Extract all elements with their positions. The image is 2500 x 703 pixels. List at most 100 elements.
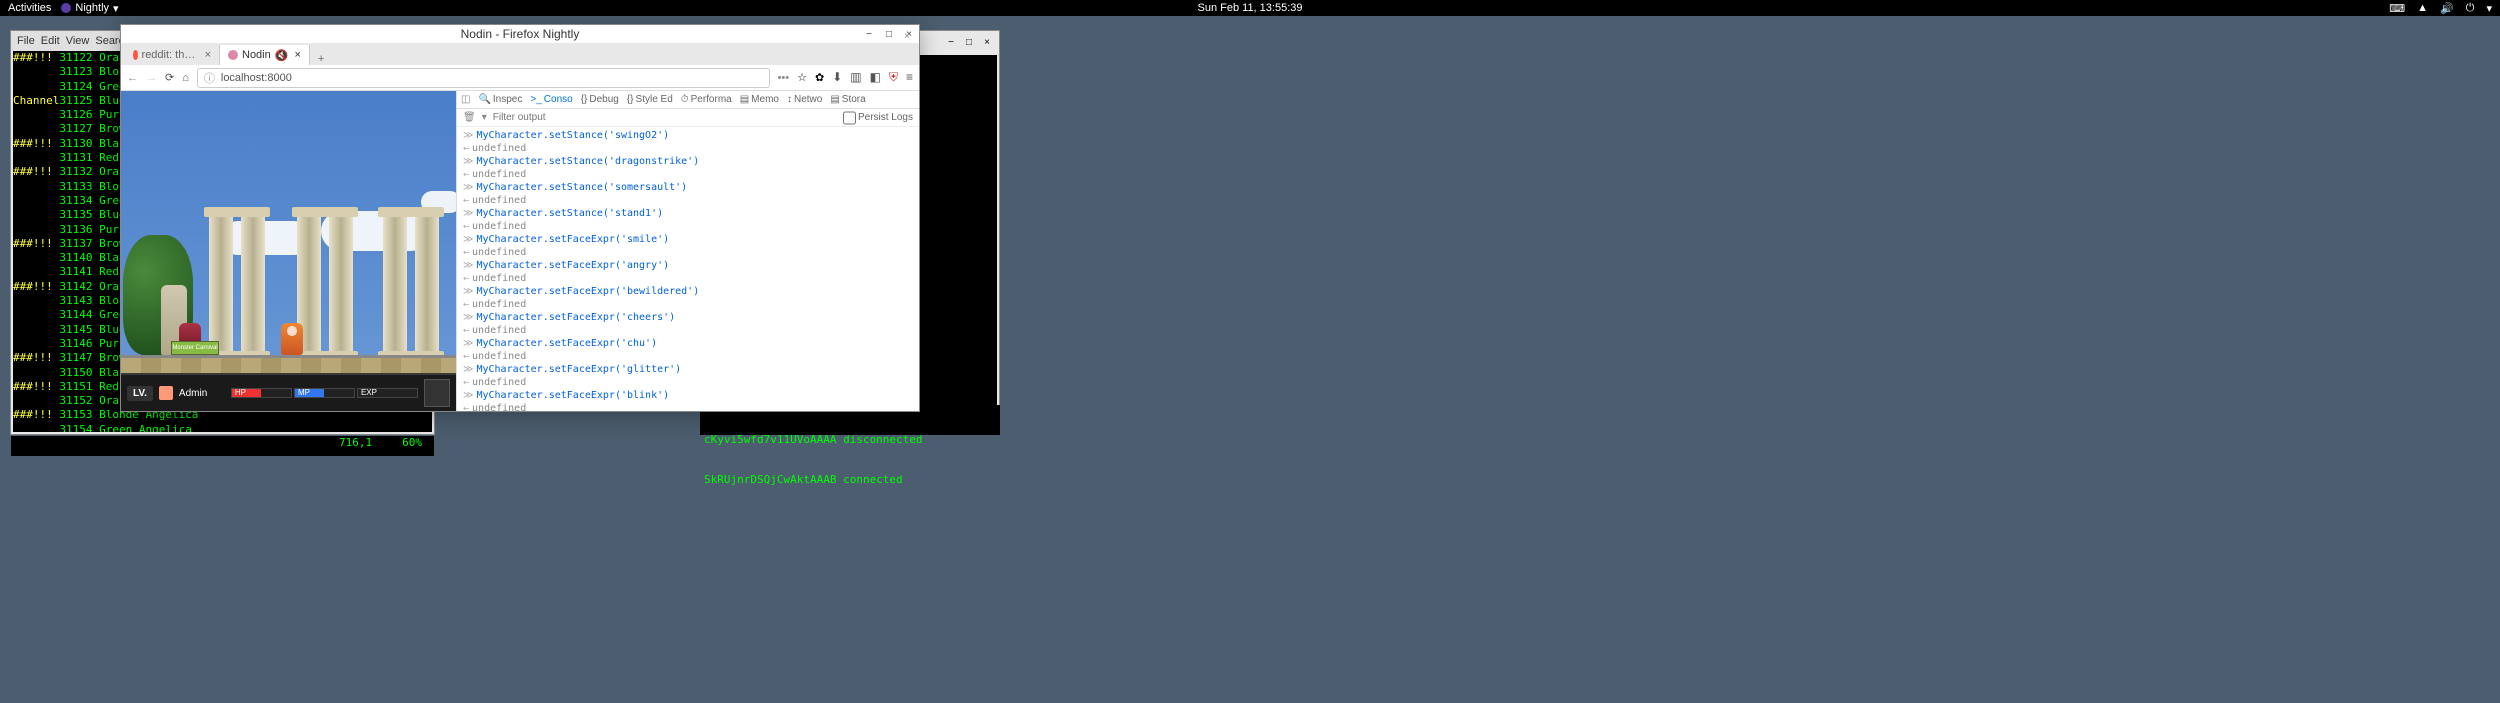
console-line: ←undefined [457,376,919,389]
game-viewport[interactable]: Monster Carnival Admin LV. Admin HP [750… [121,91,456,411]
chevron-down-icon[interactable]: ▾ [2486,2,2492,15]
ublock-icon[interactable]: ⛨ [889,70,898,85]
devtools-panel: ◫ 🔍Inspec>_Conso{}Debug{}Style Ed⏱Perfor… [456,91,919,411]
filter-icon[interactable]: ▾ [482,112,487,123]
console-line: ≫MyCharacter.setFaceExpr('glitter') [457,363,919,376]
gnome-topbar: Activities Nightly ▾ Sun Feb 11, 13:55:3… [0,0,2500,16]
network-icon[interactable]: ▲ [2417,2,2428,14]
menu-item[interactable]: View [66,35,90,47]
clock[interactable]: Sun Feb 11, 13:55:39 [1198,2,1303,14]
maximize-button[interactable]: □ [883,28,895,40]
tab-close-button[interactable]: × [294,49,300,61]
console-line: ←undefined [457,194,919,207]
minimize-button[interactable]: − [863,28,875,40]
menu-item[interactable]: File [17,35,35,47]
console-line: ←undefined [457,246,919,259]
devtools-tab-inspec[interactable]: 🔍Inspec [475,94,525,105]
page-actions-icon[interactable]: ••• [778,72,790,84]
pillar [329,215,353,355]
devtools-tab-netwo[interactable]: ↕Netwo [784,94,825,105]
mute-icon[interactable]: 🔇 [275,49,289,62]
devtools-tabs: ◫ 🔍Inspec>_Conso{}Debug{}Style Ed⏱Perfor… [457,91,919,109]
exp-bar: EXP [357,388,418,398]
mp-text: MP [7500/15000] [298,388,354,398]
devtools-tab-conso[interactable]: >_Conso [527,94,575,105]
devtools-tab-memo[interactable]: ▤Memo [737,94,782,105]
billboard-monster-carnival[interactable]: Monster Carnival [171,341,219,355]
download-icon[interactable]: ⬇ [832,70,842,85]
menu-button[interactable]: ≡ [906,70,913,85]
tab-icon: ▤ [830,94,839,105]
maximize-button[interactable]: □ [963,36,975,48]
favicon-icon [133,50,138,60]
tab-label: Debug [589,94,618,105]
url-text: localhost:8000 [221,72,292,84]
favicon-icon [228,50,238,60]
menu-item[interactable]: Edit [41,35,60,47]
console-line: ←undefined [457,220,919,233]
devtools-dock-button[interactable]: ◫ [461,94,470,105]
console-line: ≫MyCharacter.setStance('somersault') [457,181,919,194]
reload-button[interactable]: ⟳ [165,71,174,84]
star-button[interactable]: ☆ [797,71,807,84]
tab-label: Conso [544,94,573,105]
keyboard-icon[interactable]: ⌨ [2389,2,2405,15]
info-icon[interactable]: ⓘ [204,70,215,86]
quickslot[interactable] [424,379,450,407]
close-button[interactable]: × [981,36,993,48]
tab-label: Style Ed [636,94,673,105]
mp-bar: MP [7500/15000] [294,388,355,398]
devtools-tab-performa[interactable]: ⏱Performa [678,94,735,105]
forward-button[interactable]: → [146,72,157,84]
avatar-icon [159,386,173,400]
tab-close-button[interactable]: × [205,49,211,61]
browser-tab[interactable]: Nodin🔇× [220,45,310,65]
home-button[interactable]: ⌂ [182,72,189,84]
player-character[interactable]: Admin [281,323,303,355]
devtools-tab-debug[interactable]: {}Debug [578,94,622,105]
persist-label: Persist Logs [858,112,913,123]
pillar [383,215,407,355]
devtools-tab-style ed[interactable]: {}Style Ed [624,94,676,105]
console-line: ←undefined [457,272,919,285]
firefox-navbar: ← → ⟳ ⌂ ⓘ localhost:8000 ••• ☆ ✿ ⬇ ▥ ◧ ⛨… [121,65,919,91]
console-line: ≫MyCharacter.setFaceExpr('smile') [457,233,919,246]
game-hud: LV. Admin HP [7500/15000] MP [7500/15000… [121,373,456,411]
back-button[interactable]: ← [127,72,138,84]
console-line: ≫MyCharacter.setFaceExpr('cheers') [457,311,919,324]
browser-tab[interactable]: reddit: the front page of ... × [125,45,220,65]
tab-icon: {} [627,94,634,105]
persist-logs-checkbox[interactable]: Persist Logs [843,111,913,125]
sidebar-icon[interactable]: ◧ [870,70,881,85]
player-name: Admin [179,388,225,399]
console-output[interactable]: ≫MyCharacter.setStance('swingO2') ←undefi… [457,127,919,411]
tab-icon: 🔍 [478,94,490,105]
url-bar[interactable]: ⓘ localhost:8000 [197,68,770,88]
tab-label: Performa [691,94,732,105]
activities-button[interactable]: Activities [8,2,51,14]
power-icon[interactable]: ⏻ [2466,2,2475,15]
level-label: LV. [127,386,153,401]
tab-label: Netwo [794,94,822,105]
hp-bar: HP [7500/15000] [231,388,292,398]
devtools-close-button[interactable]: × [901,30,913,42]
firefox-nightly-icon [61,3,71,13]
devtools-tab-stora[interactable]: ▤Stora [827,94,868,105]
trash-icon[interactable]: 🗑 [463,112,476,123]
tab-label: reddit: the front page of ... [142,49,199,61]
exp-text: EXP [361,388,377,397]
devtools-filter-row: 🗑 ▾ Persist Logs × [457,109,919,127]
filter-input[interactable] [493,111,837,125]
minimize-button[interactable]: − [945,36,957,48]
console-line: ≫MyCharacter.setStance('dragonstrike') [457,155,919,168]
console-line: ≫MyCharacter.setStance('swingO2') [457,129,919,142]
console-line: ←undefined [457,350,919,363]
library-icon[interactable]: ▥ [850,70,861,85]
bookmark-icon[interactable]: ✿ [815,71,824,84]
app-menu[interactable]: Nightly ▾ [61,2,118,15]
volume-icon[interactable]: 🔊 [2440,2,2454,15]
firefox-tabstrip: reddit: the front page of ...×Nodin🔇×+ [121,43,919,65]
new-tab-button[interactable]: + [310,53,332,65]
status-cursor: 716,1 [339,436,372,456]
console-line: ≫MyCharacter.setFaceExpr('bewildered') [457,285,919,298]
